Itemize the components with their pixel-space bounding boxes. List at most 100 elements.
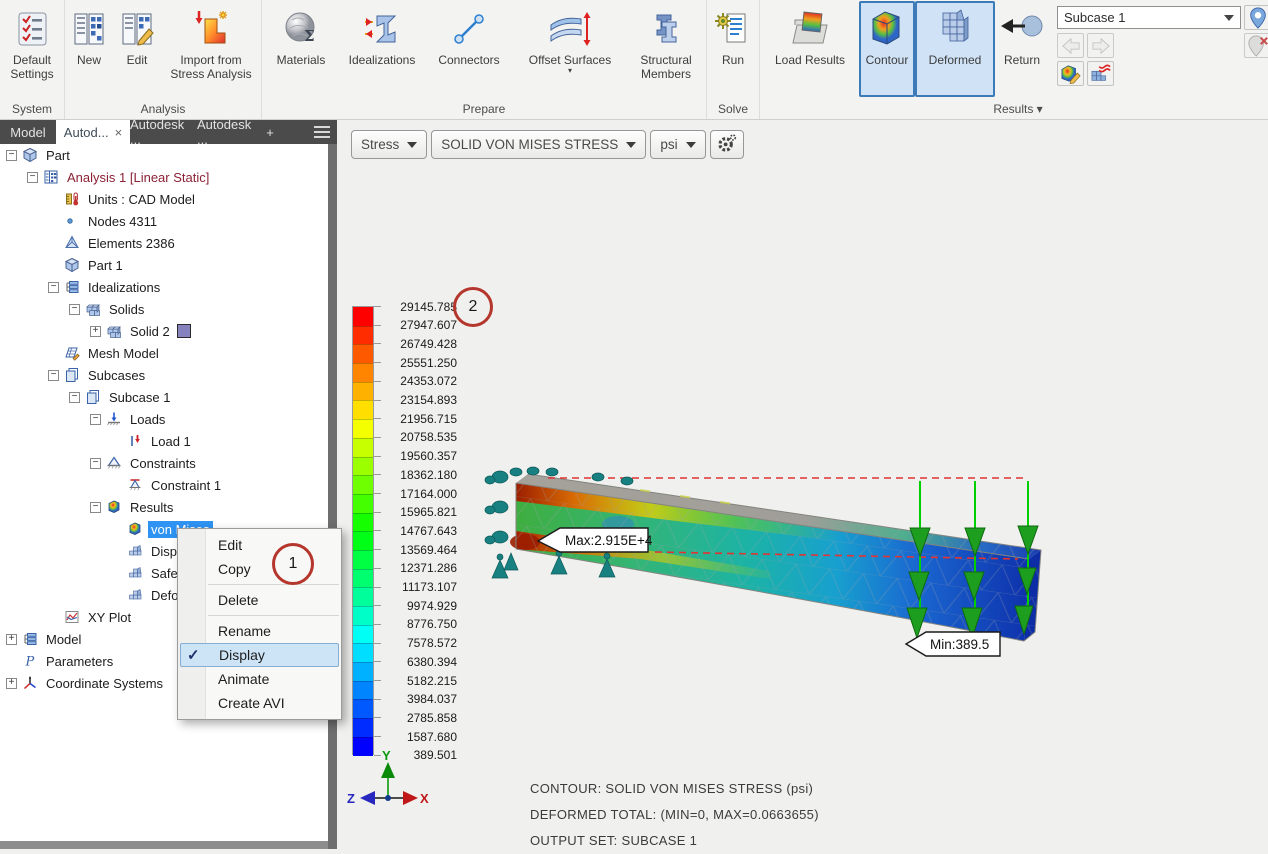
tree-item-mesh-model[interactable]: Mesh Model [0,342,328,364]
browser-vertical-scrollbar[interactable] [328,144,337,849]
ribbon-button-deformed[interactable]: Deformed [915,1,995,97]
tree-item-label[interactable]: Solids [106,301,147,318]
tree-item-label[interactable]: XY Plot [85,609,134,626]
ribbon-button-contour[interactable]: Contour [859,1,915,97]
ribbon-button-return[interactable]: Return [995,1,1049,97]
tree-item-label[interactable]: Coordinate Systems [43,675,166,692]
model-scene[interactable]: Max:2.915E+4 Min:389.5 Y X Z [337,120,1268,849]
tree-item-elements-2386[interactable]: Elements 2386 [0,232,328,254]
menu-item-display[interactable]: ✓ Display [180,643,339,667]
chevron-down-icon[interactable]: ▾ [568,67,572,75]
tree-item-loads[interactable]: − Loads [0,408,328,430]
browser-menu-icon[interactable] [307,120,337,144]
tree-item-constraint-1[interactable]: Constraint 1 [0,474,328,496]
tree-item-nodes-4311[interactable]: Nodes 4311 [0,210,328,232]
menu-item-delete[interactable]: Delete [178,588,341,612]
ribbon-button-import-from-stress-analysis[interactable]: Import from Stress Analysis [162,1,260,97]
ribbon-button-edit[interactable]: Edit [112,1,162,97]
tree-item-results[interactable]: − Results [0,496,328,518]
tree-item-constraints[interactable]: − Constraints [0,452,328,474]
ribbon-button-run[interactable]: Run [708,1,758,97]
menu-item-rename[interactable]: Rename [178,619,341,643]
ribbon-button-default-settings[interactable]: Default Settings [1,1,63,97]
tree-item-label[interactable]: Part [43,147,73,164]
collapse-icon[interactable]: − [6,149,17,161]
expand-icon[interactable]: + [6,677,17,689]
close-icon[interactable]: × [115,125,123,140]
menu-item-copy[interactable]: Copy [178,557,341,581]
tree-item-label[interactable]: Model [43,631,84,648]
probe-button[interactable] [1244,5,1268,30]
ribbon-button-label: Deformed [928,53,982,67]
previous-result-button[interactable] [1057,33,1084,58]
browser-horizontal-scrollbar[interactable] [0,841,328,849]
collapse-icon[interactable]: − [90,413,101,425]
ribbon-button-load-results[interactable]: Load Results [761,1,859,97]
ribbon-button-structural-members[interactable]: Structural Members [627,1,705,97]
tree-item-label[interactable]: Parameters [43,653,116,670]
ribbon-button-label: Edit [126,53,148,67]
tree-item-subcases[interactable]: − Subcases [0,364,328,386]
tree-item-part-1[interactable]: Part 1 [0,254,328,276]
tree-item-label[interactable]: Loads [127,411,168,428]
collapse-icon[interactable]: − [48,281,59,293]
ribbon-button-offset-surfaces[interactable]: Offset Surfaces ▾ [513,1,627,97]
tree-item-label[interactable]: Units : CAD Model [85,191,198,208]
tree-item-label[interactable]: Part 1 [85,257,126,274]
contour-options-button[interactable] [1057,61,1084,86]
voxel-icon [127,543,144,559]
tree-item-label[interactable]: Subcases [85,367,148,384]
materials-icon: Σ [282,5,320,53]
tree-item-label[interactable]: Analysis 1 [Linear Static] [64,169,212,186]
tree-item-label[interactable]: Solid 2 [127,323,173,340]
expand-icon[interactable]: + [90,325,101,337]
tree-item-units-cad-model[interactable]: Units : CAD Model [0,188,328,210]
collapse-icon[interactable]: − [69,391,80,403]
tree-item-load-1[interactable]: Load 1 [0,430,328,452]
next-result-button[interactable] [1087,33,1114,58]
collapse-icon[interactable]: − [69,303,80,315]
tree-item-label[interactable]: Elements 2386 [85,235,178,252]
graphics-viewport[interactable]: Stress SOLID VON MISES STRESS psi 29145.… [337,120,1268,849]
tree-item-part[interactable]: − Part [0,144,328,166]
edit-analysis-icon [119,5,155,53]
animate-options-button[interactable] [1087,61,1114,86]
collapse-icon[interactable]: − [27,171,38,183]
tab-autodesk[interactable]: Autodesk ... [197,117,261,147]
tree-item-label[interactable]: Subcase 1 [106,389,173,406]
tree-item-label[interactable]: Idealizations [85,279,163,296]
expand-icon[interactable]: + [6,633,17,645]
ribbon-group-label-system: System [11,102,52,116]
tab-autod[interactable]: Autod... × [56,120,130,144]
color-swatch[interactable] [176,324,191,338]
collapse-icon[interactable]: − [90,501,101,513]
tree-item-label[interactable]: Mesh Model [85,345,162,362]
ribbon-button-idealizations[interactable]: Idealizations [339,1,425,97]
tree-item-label[interactable]: Load 1 [148,433,194,450]
tree-item-subcase-1[interactable]: − Subcase 1 [0,386,328,408]
menu-item-animate[interactable]: Animate [178,667,341,691]
add-tab-button[interactable]: + [261,120,279,144]
ribbon-button-new[interactable]: New [66,1,112,97]
tree-item-label[interactable]: Results [127,499,176,516]
ribbon-button-connectors[interactable]: Connectors [425,1,513,97]
collapse-icon[interactable]: − [90,457,101,469]
tree-item-idealizations[interactable]: − Idealizations [0,276,328,298]
tab-autodesk[interactable]: Autodesk ... [130,117,197,147]
delete-probe-button[interactable] [1244,33,1268,58]
default-settings-icon [14,5,50,53]
ribbon-button-materials[interactable]: Σ Materials [263,1,339,97]
results-icon [127,521,144,537]
menu-separator [178,581,341,588]
menu-item-edit[interactable]: Edit [178,533,341,557]
tab-model[interactable]: Model [0,120,56,144]
tree-item-label[interactable]: Constraint 1 [148,477,224,494]
tree-item-label[interactable]: Constraints [127,455,199,472]
tree-item-label[interactable]: Nodes 4311 [85,213,160,230]
subcase-dropdown[interactable]: Subcase 1 [1057,6,1241,29]
menu-item-create-avi[interactable]: Create AVI [178,691,341,715]
tree-item-analysis-1-linear-static[interactable]: − Analysis 1 [Linear Static] [0,166,328,188]
collapse-icon[interactable]: − [48,369,59,381]
tree-item-solids[interactable]: − Solids [0,298,328,320]
tree-item-solid-2[interactable]: + Solid 2 [0,320,328,342]
